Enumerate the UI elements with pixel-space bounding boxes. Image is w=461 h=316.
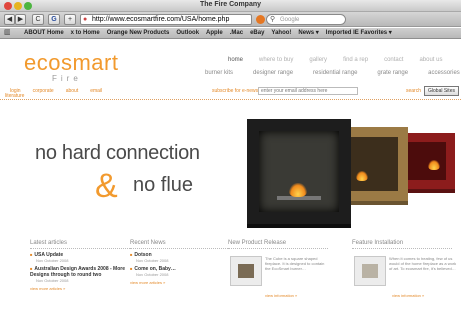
nav-item-where-to-buy[interactable]: where to buy: [259, 57, 293, 63]
black-fireplace-base: [247, 224, 351, 228]
search-icon: ⚲: [270, 16, 276, 23]
bookmark-item[interactable]: Yahoo!: [271, 29, 291, 37]
logo-wordmark: ecosmart: [24, 50, 119, 75]
snapback-button[interactable]: G: [48, 14, 60, 25]
global-sites-button[interactable]: Global Sites: [424, 86, 459, 96]
subnav-item-accessories[interactable]: accessories: [428, 70, 460, 76]
browser-toolbar: ◀ ▶ C G + ● http://www.ecosmartfire.com/…: [0, 12, 461, 27]
back-button[interactable]: ◀: [4, 14, 15, 25]
list-item: Come on, Baby…Nov October 2008: [130, 266, 230, 277]
view-more-link[interactable]: view more articles »: [30, 286, 130, 291]
feature-installation-column: Feature Installation: [352, 240, 452, 252]
black-fireplace-image: [247, 119, 351, 224]
subnav-item-burner-kits[interactable]: burner kits: [205, 70, 233, 76]
nav-item-gallery[interactable]: gallery: [309, 57, 327, 63]
nav-item-about-us[interactable]: about us: [419, 57, 442, 63]
hero-ampersand: &: [95, 167, 118, 205]
email-field[interactable]: enter your email address here: [258, 87, 358, 95]
flame-icon: [356, 171, 368, 181]
utility-link-email[interactable]: email: [90, 88, 102, 94]
bookmark-item[interactable]: eBay: [250, 29, 264, 37]
new-product-column: New Product Release: [228, 240, 328, 252]
feature-installation-heading: Feature Installation: [352, 240, 452, 249]
subscribe-label: subscribe for e-news: [212, 88, 259, 94]
site-favicon-icon: ●: [83, 16, 88, 23]
feature-installation-thumbnail[interactable]: [354, 256, 386, 286]
utility-link-corporate[interactable]: corporate: [33, 88, 54, 94]
recent-news-column: Recent News DotsonNov October 2008 Come o…: [130, 240, 230, 285]
site-search-label[interactable]: search: [406, 88, 421, 94]
news-date: Nov October 2008: [136, 272, 169, 277]
primary-nav: home where to buy gallery find a rep contact…: [228, 57, 442, 63]
bookmarks-book-icon[interactable]: ▥: [4, 29, 11, 37]
cube-fireplace-image: [238, 264, 254, 278]
bookmarks-bar: ▥ ABOUT Home x to Home Orange New Products…: [0, 28, 461, 39]
reload-button[interactable]: C: [32, 14, 44, 25]
new-product-thumbnail[interactable]: [230, 256, 262, 286]
add-bookmark-button[interactable]: +: [64, 14, 76, 25]
new-product-text: The Cube is a square shaped fireplace. I…: [265, 256, 325, 271]
bookmark-item[interactable]: Apple: [206, 29, 223, 37]
window-title: The Fire Company: [199, 1, 262, 8]
bookmark-item[interactable]: ABOUT Home: [24, 29, 64, 37]
news-date: Nov October 2008: [36, 258, 69, 263]
recent-news-heading: Recent News: [130, 240, 230, 249]
browser-search-placeholder: Google: [280, 17, 300, 23]
address-url[interactable]: http://www.ecosmartfire.com/USA/home.php: [92, 16, 229, 24]
flame-icon: [289, 183, 307, 197]
bookmark-item[interactable]: Outlook: [176, 29, 199, 37]
browser-search-field[interactable]: ⚲ Google: [266, 14, 346, 25]
nav-item-contact[interactable]: contact: [384, 57, 403, 63]
bookmarks-list: ABOUT Home x to Home Orange New Products Ou…: [24, 29, 392, 37]
hero-headline-line2: no flue: [133, 174, 194, 196]
new-product-heading: New Product Release: [228, 240, 328, 249]
forward-button[interactable]: ▶: [15, 14, 26, 25]
site-logo[interactable]: ecosmart Fire: [24, 50, 119, 83]
news-date: Nov October 2008: [36, 278, 69, 283]
product-nav: burner kits designer range residential ran…: [205, 70, 460, 76]
subnav-item-residential-range[interactable]: residential range: [313, 70, 357, 76]
utility-link-about[interactable]: about: [66, 88, 79, 94]
feature-installation-text: When it comes to heating, few of us woul…: [389, 256, 457, 271]
bookmark-item[interactable]: News ▾: [298, 29, 318, 37]
news-title-link[interactable]: Australian Design Awards 2008 - More Des…: [30, 266, 130, 278]
bookmark-item[interactable]: Orange New Products: [107, 29, 170, 37]
flame-icon: [428, 160, 440, 170]
logo-subtitle: Fire: [52, 74, 82, 83]
address-bar[interactable]: ● http://www.ecosmartfire.com/USA/home.p…: [80, 14, 332, 25]
installation-image: [362, 264, 378, 278]
literature-link[interactable]: literature: [5, 93, 24, 99]
view-more-link[interactable]: view more articles »: [130, 280, 230, 285]
window-titlebar: The Fire Company: [0, 0, 461, 12]
subnav-item-designer-range[interactable]: designer range: [253, 70, 293, 76]
feature-installation-more-link[interactable]: view information »: [392, 293, 424, 298]
hero-headline-line1: no hard connection: [35, 142, 200, 164]
bookmark-item[interactable]: Imported IE Favorites ▾: [326, 29, 392, 37]
list-item: Australian Design Awards 2008 - More Des…: [30, 266, 130, 283]
nav-item-find-a-rep[interactable]: find a rep: [343, 57, 368, 63]
list-item: USA UpdateNov October 2008: [30, 252, 130, 263]
subnav-item-grate-range[interactable]: grate range: [377, 70, 408, 76]
go-icon[interactable]: [256, 15, 265, 24]
bookmark-item[interactable]: .Mac: [230, 29, 243, 37]
news-date: Nov October 2008: [136, 258, 169, 263]
nav-item-home[interactable]: home: [228, 57, 243, 63]
latest-articles-column: Latest articles USA UpdateNov October 20…: [30, 240, 130, 291]
latest-articles-list: USA UpdateNov October 2008 Australian Des…: [30, 252, 130, 291]
list-item: DotsonNov October 2008: [130, 252, 230, 263]
latest-articles-heading: Latest articles: [30, 240, 130, 249]
recent-news-list: DotsonNov October 2008 Come on, Baby…Nov …: [130, 252, 230, 285]
bookmark-item[interactable]: x to Home: [71, 29, 100, 37]
new-product-more-link[interactable]: view information »: [265, 293, 297, 298]
